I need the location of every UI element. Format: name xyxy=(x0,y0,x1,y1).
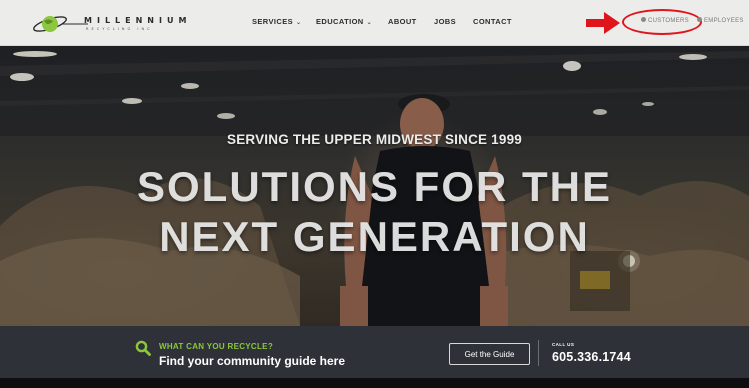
nav-item-education[interactable]: EDUCATION ⌄ xyxy=(316,17,372,26)
dot-icon xyxy=(697,17,702,22)
headline-line-2: NEXT GENERATION xyxy=(159,213,590,260)
recycle-guide-bar: WHAT CAN YOU RECYCLE? Find your communit… xyxy=(0,326,749,378)
logo[interactable]: MILLENNIUM RECYCLING INC xyxy=(32,11,186,37)
nav-item-label: EDUCATION xyxy=(316,17,364,26)
divider xyxy=(538,340,539,366)
call-us-label: CALL US xyxy=(552,342,575,347)
site-header: MILLENNIUM RECYCLING INC SERVICES ⌄ EDUCA… xyxy=(0,0,749,46)
headline-line-1: SOLUTIONS FOR THE xyxy=(137,163,612,210)
search-icon xyxy=(135,340,151,356)
get-guide-button[interactable]: Get the Guide xyxy=(449,343,530,365)
community-guide-link[interactable]: Find your community guide here xyxy=(159,354,345,368)
page-bottom-strip xyxy=(0,378,749,388)
phone-number-link[interactable]: 605.336.1744 xyxy=(552,350,631,364)
logo-name: MILLENNIUM xyxy=(84,16,192,25)
customers-label: CUSTOMERS xyxy=(648,18,689,24)
chevron-down-icon: ⌄ xyxy=(296,20,302,26)
nav-item-about[interactable]: ABOUT xyxy=(388,17,417,26)
hero-banner: SERVING THE UPPER MIDWEST SINCE 1999 SOL… xyxy=(0,46,749,326)
red-arrow-annotation-icon xyxy=(586,12,620,34)
logo-subtitle: RECYCLING INC xyxy=(86,27,153,31)
hero-headline: SOLUTIONS FOR THE NEXT GENERATION xyxy=(0,162,749,262)
nav-item-contact[interactable]: CONTACT xyxy=(473,17,512,26)
nav-item-services[interactable]: SERVICES ⌄ xyxy=(252,17,301,26)
employees-link[interactable]: EMPLOYEES xyxy=(697,17,744,24)
hero-tagline: SERVING THE UPPER MIDWEST SINCE 1999 xyxy=(226,132,523,147)
dot-icon xyxy=(641,17,646,22)
employees-label: EMPLOYEES xyxy=(704,18,744,24)
recycle-question: WHAT CAN YOU RECYCLE? xyxy=(159,342,274,351)
nav-item-label: SERVICES xyxy=(252,17,293,26)
customers-link[interactable]: CUSTOMERS xyxy=(641,17,689,24)
globe-logo-icon xyxy=(33,16,88,32)
chevron-down-icon: ⌄ xyxy=(366,20,373,26)
nav-item-jobs[interactable]: JOBS xyxy=(434,17,456,26)
